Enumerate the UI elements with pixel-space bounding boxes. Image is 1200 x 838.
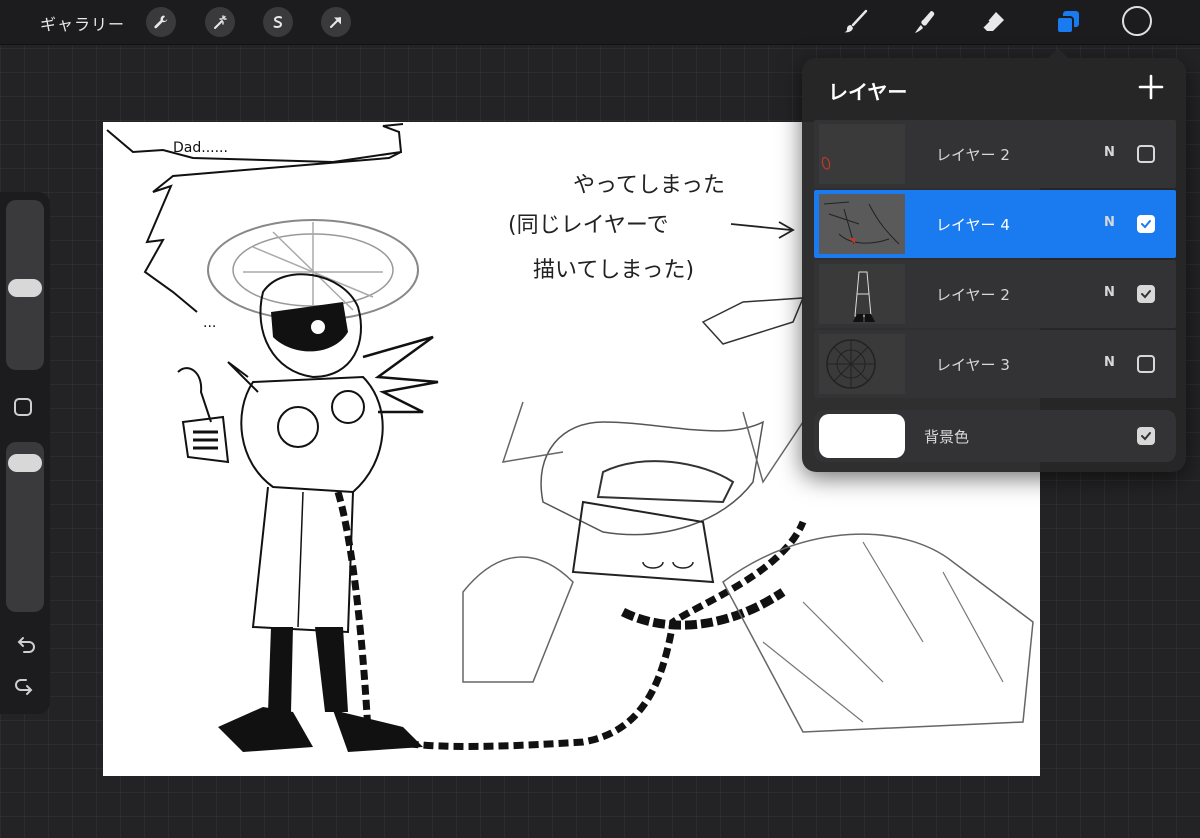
layer-row-4[interactable]: レイヤー 3 N <box>814 330 1176 398</box>
background-color-row[interactable]: 背景色 <box>814 410 1176 462</box>
annotation-line-1: やってしまった <box>573 173 725 198</box>
layer-row-2[interactable]: レイヤー 4 N <box>814 190 1176 258</box>
layers-icon <box>1056 11 1079 34</box>
transform-button[interactable] <box>321 7 351 37</box>
layers-button[interactable] <box>1052 6 1084 38</box>
add-layer-icon[interactable] <box>1136 72 1166 102</box>
annotation-line-2: (同じレイヤーで <box>508 213 669 238</box>
layer-name: レイヤー 2 <box>936 146 1010 164</box>
sketch-text-dad: Dad...... <box>173 140 228 156</box>
layers-panel: レイヤー レイヤー 2 N レイヤー 4 N レイヤー 2 N レイヤー 3 N… <box>802 48 1186 472</box>
top-toolbar: ギャラリー <box>0 0 1200 45</box>
smudge-button[interactable] <box>909 6 941 38</box>
layer-name: レイヤー 2 <box>936 286 1010 304</box>
color-picker-button[interactable] <box>1122 6 1152 36</box>
blend-mode-button[interactable]: N <box>1104 285 1115 300</box>
brush-icon <box>844 9 868 33</box>
opacity-slider[interactable] <box>6 442 44 612</box>
layer-thumbnail <box>819 334 905 394</box>
modify-button[interactable] <box>14 398 32 416</box>
layer-thumbnail <box>819 124 905 184</box>
redo-icon[interactable] <box>12 676 38 702</box>
eraser-button[interactable] <box>977 6 1009 38</box>
layer-thumbnail <box>819 194 905 254</box>
selection-button[interactable] <box>263 7 293 37</box>
annotation-line-3: 描いてしまった) <box>533 258 694 283</box>
selection-icon <box>273 16 283 28</box>
layer-visibility-checkbox[interactable] <box>1137 355 1155 373</box>
layer-visibility-checkbox[interactable] <box>1137 215 1155 233</box>
layer-name: レイヤー 4 <box>936 216 1010 234</box>
background-color-swatch[interactable] <box>819 414 905 458</box>
svg-text:...: ... <box>203 315 216 331</box>
smudge-icon <box>915 11 935 33</box>
adjustments-button[interactable] <box>205 7 235 37</box>
gallery-button[interactable]: ギャラリー <box>40 11 125 35</box>
layer-thumbnail <box>819 264 905 324</box>
blend-mode-button[interactable]: N <box>1104 215 1115 230</box>
layer-name: レイヤー 3 <box>936 356 1010 374</box>
wrench-icon <box>154 15 168 29</box>
actions-button[interactable] <box>146 7 176 37</box>
layer-row-1[interactable]: レイヤー 2 N <box>814 120 1176 188</box>
blend-mode-button[interactable]: N <box>1104 145 1115 160</box>
magic-wand-icon <box>214 15 227 29</box>
brush-button[interactable] <box>840 6 872 38</box>
blend-mode-button[interactable]: N <box>1104 355 1115 370</box>
checkmark-icon <box>1141 220 1151 229</box>
layer-visibility-checkbox[interactable] <box>1137 145 1155 163</box>
brush-size-slider[interactable] <box>6 200 44 370</box>
layers-panel-title: レイヤー <box>828 80 908 104</box>
transform-arrow-icon <box>330 17 341 28</box>
layer-row-3[interactable]: レイヤー 2 N <box>814 260 1176 328</box>
checkmark-icon <box>1141 290 1151 299</box>
checkmark-icon <box>1141 432 1151 441</box>
brush-size-thumb[interactable] <box>8 278 42 297</box>
background-color-label: 背景色 <box>924 428 970 446</box>
background-visibility-checkbox[interactable] <box>1137 427 1155 445</box>
layer-visibility-checkbox[interactable] <box>1137 285 1155 303</box>
opacity-thumb[interactable] <box>8 453 42 472</box>
left-sidebar <box>0 192 50 714</box>
undo-icon[interactable] <box>12 634 38 660</box>
eraser-icon <box>982 12 1004 31</box>
